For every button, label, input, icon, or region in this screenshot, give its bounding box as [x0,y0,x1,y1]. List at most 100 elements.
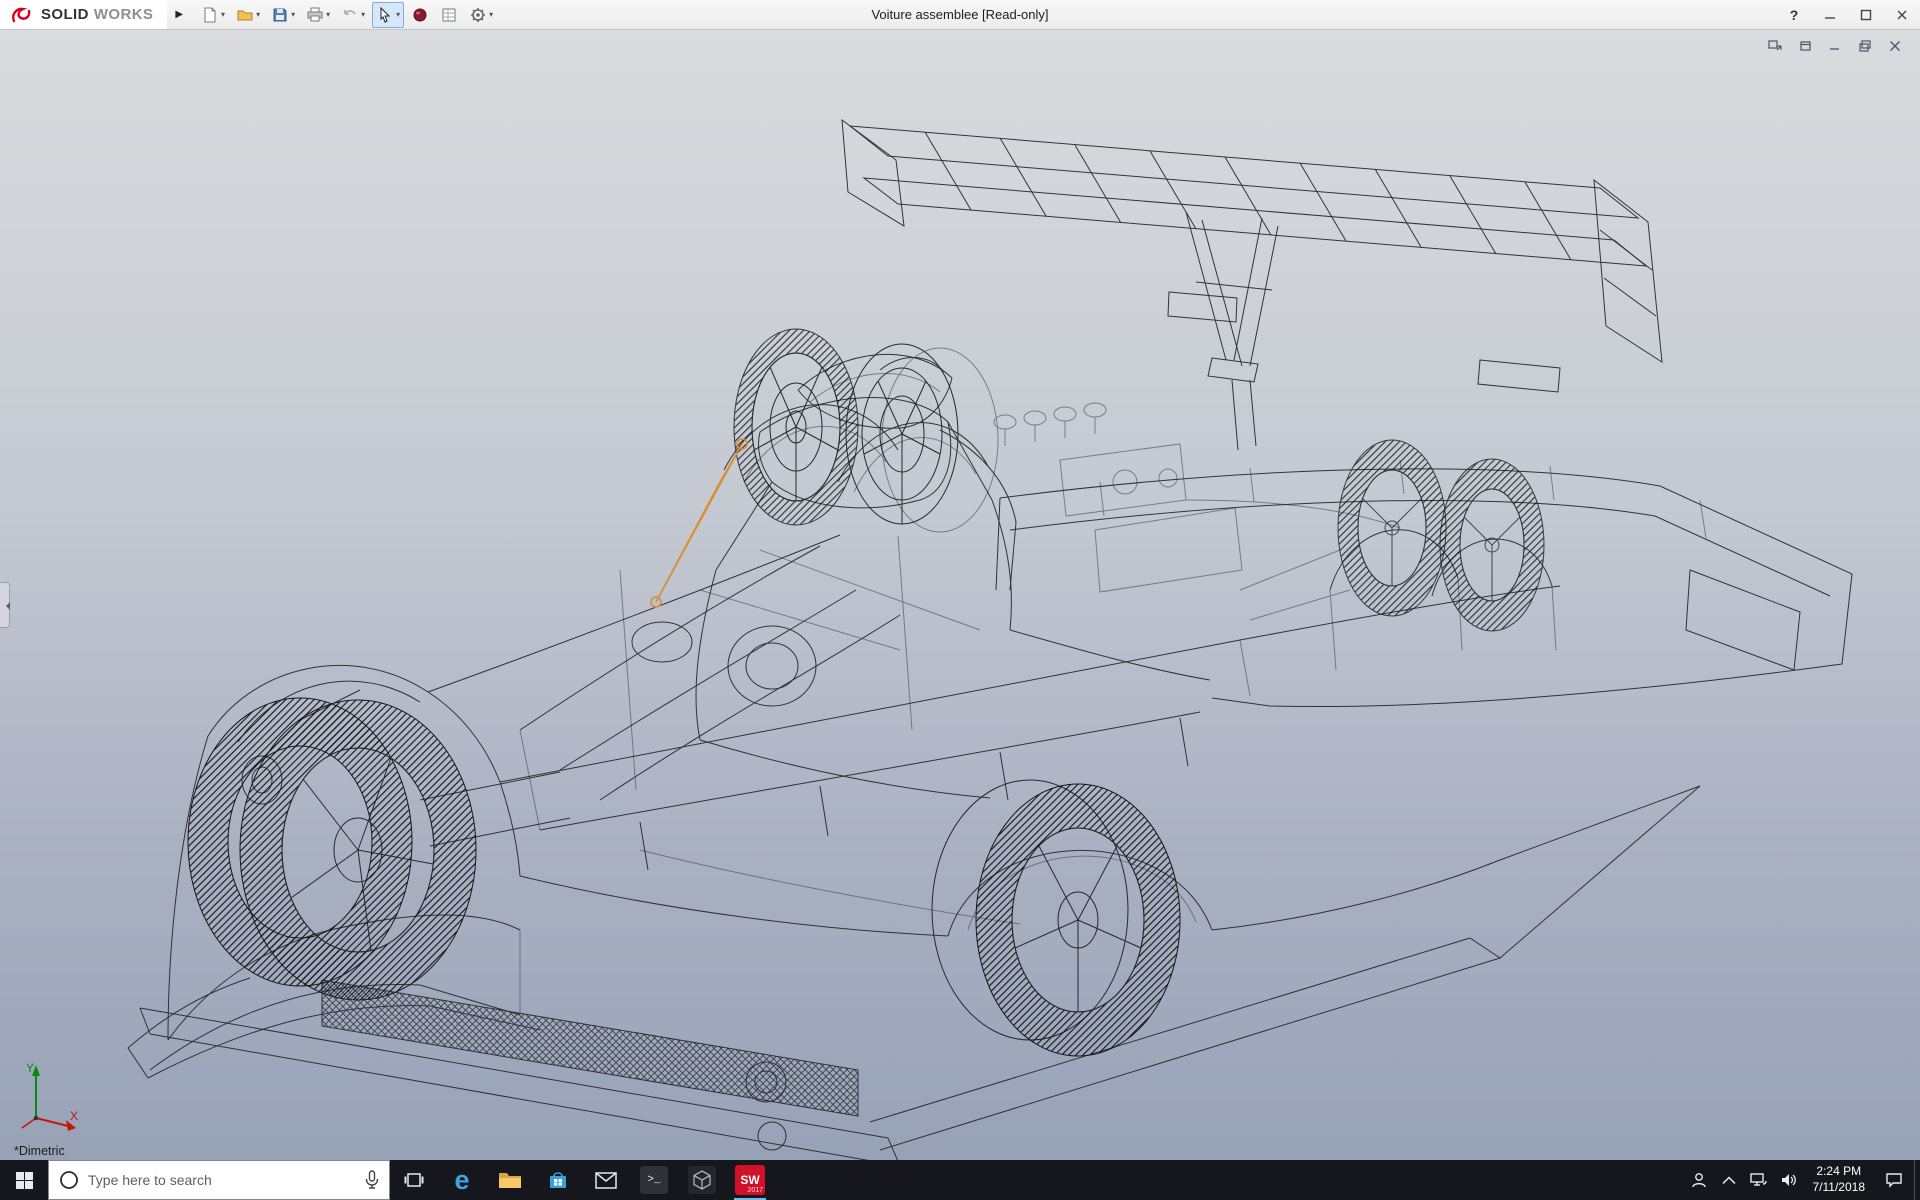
clock-time: 2:24 PM [1816,1164,1861,1180]
titlebar: Voiture assemblee [Read-only] SOLIDWORKS… [0,0,1920,30]
cortana-icon[interactable] [58,1169,80,1191]
doc-restore-icon [1859,40,1871,52]
tray-overflow-button[interactable] [1714,1160,1744,1200]
wireframe-wheels [188,329,1544,1056]
pin-window-icon [1798,40,1812,53]
doc-minimize-icon [1829,40,1841,52]
new-document-icon [201,6,219,24]
open-folder-icon [236,6,254,24]
brand-solid-text: SOLID [41,6,89,23]
render-tools-button[interactable] [407,2,433,28]
wireframe-inner-detail [520,348,1706,1015]
taskbar-edge-button[interactable]: e [438,1160,486,1200]
doc-pin-button[interactable] [1796,38,1814,54]
graphics-viewport[interactable]: Y X *Dimetric [0,30,1920,1160]
options-button[interactable]: ▾ [465,2,497,28]
panel-collapse-tab[interactable] [0,582,10,628]
network-button[interactable] [1744,1160,1774,1200]
doc-arrange-button[interactable] [1766,38,1784,54]
close-button[interactable] [1884,0,1920,29]
design-table-button[interactable] [436,2,462,28]
taskbar-search-box[interactable] [48,1160,390,1200]
quick-access-toolbar: ▾ ▾ ▾ [197,2,497,28]
store-icon [547,1169,569,1191]
sw-badge-year: 2017 [747,1187,763,1194]
gear-icon [469,6,487,24]
print-button[interactable]: ▾ [302,2,334,28]
file-explorer-icon [498,1170,522,1190]
system-tray: 2:24 PM 7/11/2018 [1684,1160,1920,1200]
triad-y-label: Y [26,1061,34,1075]
task-view-icon [404,1171,424,1189]
mail-icon [595,1172,617,1189]
dropdown-caret-icon[interactable]: ▾ [326,10,330,19]
dropdown-caret-icon[interactable]: ▾ [291,10,295,19]
task-view-button[interactable] [390,1160,438,1200]
wireframe-body [128,120,1852,1160]
open-button[interactable]: ▾ [232,2,264,28]
undo-icon [341,6,359,24]
selected-edge-highlight[interactable] [651,439,747,607]
dassault-swirl-icon [10,6,36,24]
solidworks-app-icon: SW 2017 [735,1165,765,1195]
action-center-button[interactable] [1874,1160,1914,1200]
action-center-icon [1885,1172,1903,1189]
people-icon [1690,1171,1708,1189]
start-button[interactable] [0,1160,48,1200]
show-desktop-button[interactable] [1914,1160,1920,1200]
save-icon [271,6,289,24]
minimize-button[interactable] [1812,0,1848,29]
select-tool-button[interactable]: ▾ [372,2,404,28]
print-icon [306,6,324,24]
render-sphere-icon [411,6,429,24]
sw-badge-text: SW [740,1174,759,1186]
console-icon: >_ [640,1166,668,1194]
desktop: Voiture assemblee [Read-only] SOLIDWORKS… [0,0,1920,1200]
clock-date: 7/11/2018 [1813,1180,1866,1196]
microphone-icon[interactable] [364,1170,380,1190]
windows-taskbar: e >_ [0,1160,1920,1200]
dropdown-caret-icon[interactable]: ▾ [256,10,260,19]
arrange-windows-icon [1768,40,1782,53]
dropdown-caret-icon[interactable]: ▾ [221,10,225,19]
maximize-button[interactable] [1848,0,1884,29]
dropdown-caret-icon[interactable]: ▾ [396,10,400,19]
design-table-icon [440,6,458,24]
taskbar-mail-button[interactable] [582,1160,630,1200]
doc-close-button[interactable] [1886,38,1904,54]
taskbar-3d-app-button[interactable] [678,1160,726,1200]
windows-logo-icon [16,1172,33,1189]
close-icon [1896,9,1908,21]
taskbar-file-explorer-button[interactable] [486,1160,534,1200]
chevron-up-icon [1722,1176,1736,1185]
view-orientation-label: *Dimetric [14,1144,65,1158]
brand-works-text: WORKS [94,6,154,23]
dropdown-caret-icon[interactable]: ▾ [489,10,493,19]
people-button[interactable] [1684,1160,1714,1200]
menu-flyout-arrow-icon[interactable]: ▶ [175,9,183,20]
save-button[interactable]: ▾ [267,2,299,28]
triad-z-axis [22,1118,36,1128]
help-button[interactable]: ? [1776,0,1812,29]
minimize-icon [1824,9,1836,21]
dropdown-caret-icon[interactable]: ▾ [361,10,365,19]
document-window-controls [1766,38,1904,54]
volume-button[interactable] [1774,1160,1804,1200]
solidworks-logo: SOLID WORKS [0,0,167,29]
network-icon [1750,1172,1768,1188]
doc-restore-button[interactable] [1856,38,1874,54]
undo-button[interactable]: ▾ [337,2,369,28]
taskbar-store-button[interactable] [534,1160,582,1200]
taskbar-solidworks-button[interactable]: SW 2017 [726,1160,774,1200]
titlebar-window-controls: ? [1776,0,1920,29]
taskbar-clock[interactable]: 2:24 PM 7/11/2018 [1804,1160,1875,1200]
doc-minimize-button[interactable] [1826,38,1844,54]
new-document-button[interactable]: ▾ [197,2,229,28]
search-input[interactable] [88,1172,356,1188]
select-cursor-icon [376,6,394,24]
maximize-icon [1860,9,1872,21]
triad-x-label: X [70,1109,78,1123]
car-wireframe-model[interactable] [0,30,1920,1160]
cube-app-icon [688,1166,716,1194]
taskbar-console-button[interactable]: >_ [630,1160,678,1200]
